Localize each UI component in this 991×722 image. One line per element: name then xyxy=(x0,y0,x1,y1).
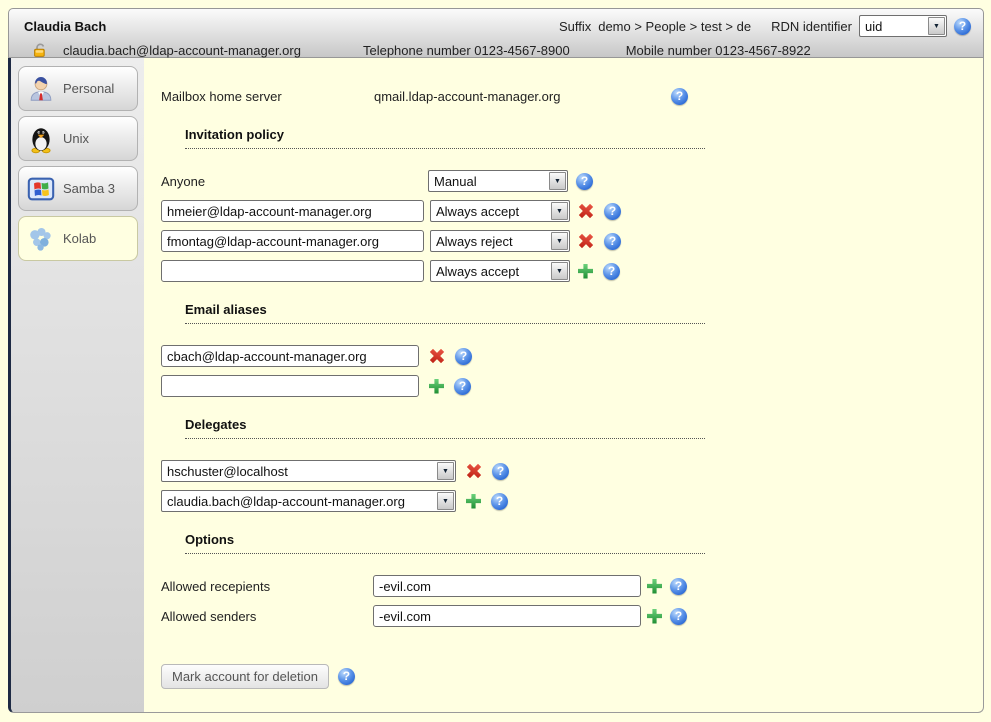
mailbox-home-server-label: Mailbox home server xyxy=(161,89,374,104)
add-icon[interactable] xyxy=(578,264,593,279)
unlock-icon xyxy=(32,42,49,58)
policy-select-wrap: Always accept xyxy=(430,260,570,282)
add-icon[interactable] xyxy=(647,609,662,624)
delegate-select-wrap: hschuster@localhost xyxy=(161,460,456,482)
invitation-row: Always reject ? xyxy=(161,230,983,252)
suffix-path: demo > People > test > de xyxy=(598,19,751,34)
tab-samba[interactable]: Samba 3 xyxy=(18,166,138,211)
lam-account-page: Claudia Bach Suffix demo > People > test… xyxy=(0,0,991,722)
account-window: Claudia Bach Suffix demo > People > test… xyxy=(8,8,984,713)
mark-account-for-deletion-button[interactable]: Mark account for deletion xyxy=(161,664,329,689)
header-row-1: Claudia Bach Suffix demo > People > test… xyxy=(24,15,971,37)
help-icon[interactable]: ? xyxy=(603,263,620,280)
mailbox-home-server-value: qmail.ldap-account-manager.org xyxy=(374,89,671,104)
email-alias-input[interactable] xyxy=(161,345,419,367)
invitation-policy-select[interactable]: Always reject xyxy=(430,230,570,252)
policy-select-wrap: Always reject xyxy=(430,230,570,252)
add-icon[interactable] xyxy=(466,494,481,509)
header-row-2: claudia.bach@ldap-account-manager.org Te… xyxy=(24,42,971,58)
help-icon[interactable]: ? xyxy=(670,578,687,595)
tab-kolab[interactable]: Kolab xyxy=(18,216,138,261)
delegate-row-new: claudia.bach@ldap-account-manager.org ? xyxy=(161,490,983,512)
help-icon[interactable]: ? xyxy=(670,608,687,625)
delete-icon[interactable] xyxy=(575,230,598,253)
anyone-label: Anyone xyxy=(161,174,428,189)
account-email: claudia.bach@ldap-account-manager.org xyxy=(63,43,301,58)
rdn-select-wrap: uid xyxy=(859,15,947,37)
telephone-number: Telephone number 0123-4567-8900 xyxy=(363,43,570,58)
mobile-number: Mobile number 0123-4567-8922 xyxy=(626,43,811,58)
module-tab-sidebar: Personal Unix xyxy=(11,58,144,712)
delete-icon[interactable] xyxy=(463,460,486,483)
help-icon[interactable]: ? xyxy=(492,463,509,480)
delete-icon[interactable] xyxy=(575,200,598,223)
allowed-senders-label: Allowed senders xyxy=(161,609,373,624)
allowed-senders-row: Allowed senders ? xyxy=(161,605,983,627)
invitation-anyone-row: Anyone Manual ? xyxy=(161,170,983,192)
rdn-identifier-select[interactable]: uid xyxy=(859,15,947,37)
allowed-senders-input[interactable] xyxy=(373,605,641,627)
anyone-policy-select[interactable]: Manual xyxy=(428,170,568,192)
help-icon[interactable]: ? xyxy=(491,493,508,510)
tab-personal[interactable]: Personal xyxy=(18,66,138,111)
header-right-group: Suffix demo > People > test > de RDN ide… xyxy=(559,15,971,37)
help-icon[interactable]: ? xyxy=(576,173,593,190)
tab-unix[interactable]: Unix xyxy=(18,116,138,161)
tab-label: Personal xyxy=(63,81,114,96)
tab-label: Kolab xyxy=(63,231,96,246)
kolab-cloud-icon xyxy=(19,224,63,254)
page-title: Claudia Bach xyxy=(24,19,106,34)
delegate-select[interactable]: hschuster@localhost xyxy=(161,460,456,482)
person-icon xyxy=(19,74,63,104)
invitation-policy-heading: Invitation policy xyxy=(185,127,705,149)
account-body: Personal Unix xyxy=(8,58,984,713)
rdn-identifier-label: RDN identifier xyxy=(771,19,852,34)
suffix-label: Suffix xyxy=(559,19,591,34)
email-aliases-heading: Email aliases xyxy=(185,302,705,324)
invitation-row: Always accept ? xyxy=(161,200,983,222)
delete-account-row: Mark account for deletion ? xyxy=(161,664,983,689)
allowed-recipients-label: Allowed recepients xyxy=(161,579,373,594)
invitation-policy-select[interactable]: Always accept xyxy=(430,200,570,222)
help-icon[interactable]: ? xyxy=(454,378,471,395)
allowed-recipients-row: Allowed recepients ? xyxy=(161,575,983,597)
kolab-tab-content: Mailbox home server qmail.ldap-account-m… xyxy=(144,58,983,712)
policy-select-wrap: Manual xyxy=(428,170,568,192)
help-icon[interactable]: ? xyxy=(338,668,355,685)
invitation-address-input[interactable] xyxy=(161,230,424,252)
email-alias-row: ? xyxy=(161,345,983,367)
policy-select-wrap: Always accept xyxy=(430,200,570,222)
account-header: Claudia Bach Suffix demo > People > test… xyxy=(8,8,984,58)
add-icon[interactable] xyxy=(647,579,662,594)
tab-label: Unix xyxy=(63,131,89,146)
delegate-select[interactable]: claudia.bach@ldap-account-manager.org xyxy=(161,490,456,512)
invitation-address-input[interactable] xyxy=(161,260,424,282)
invitation-policy-select[interactable]: Always accept xyxy=(430,260,570,282)
tab-label: Samba 3 xyxy=(63,181,115,196)
help-icon[interactable]: ? xyxy=(604,203,621,220)
email-alias-input[interactable] xyxy=(161,375,419,397)
windows-icon xyxy=(19,174,63,204)
delegate-row: hschuster@localhost ? xyxy=(161,460,983,482)
penguin-icon xyxy=(19,124,63,154)
email-alias-row-new: ? xyxy=(161,375,983,397)
help-icon[interactable]: ? xyxy=(671,88,688,105)
invitation-address-input[interactable] xyxy=(161,200,424,222)
delete-icon[interactable] xyxy=(426,345,449,368)
mailbox-home-server-row: Mailbox home server qmail.ldap-account-m… xyxy=(161,85,983,107)
help-icon[interactable]: ? xyxy=(954,18,971,35)
help-icon[interactable]: ? xyxy=(604,233,621,250)
options-heading: Options xyxy=(185,532,705,554)
delegate-select-wrap: claudia.bach@ldap-account-manager.org xyxy=(161,490,456,512)
invitation-row-new: Always accept ? xyxy=(161,260,983,282)
allowed-recipients-input[interactable] xyxy=(373,575,641,597)
delegates-heading: Delegates xyxy=(185,417,705,439)
help-icon[interactable]: ? xyxy=(455,348,472,365)
add-icon[interactable] xyxy=(429,379,444,394)
